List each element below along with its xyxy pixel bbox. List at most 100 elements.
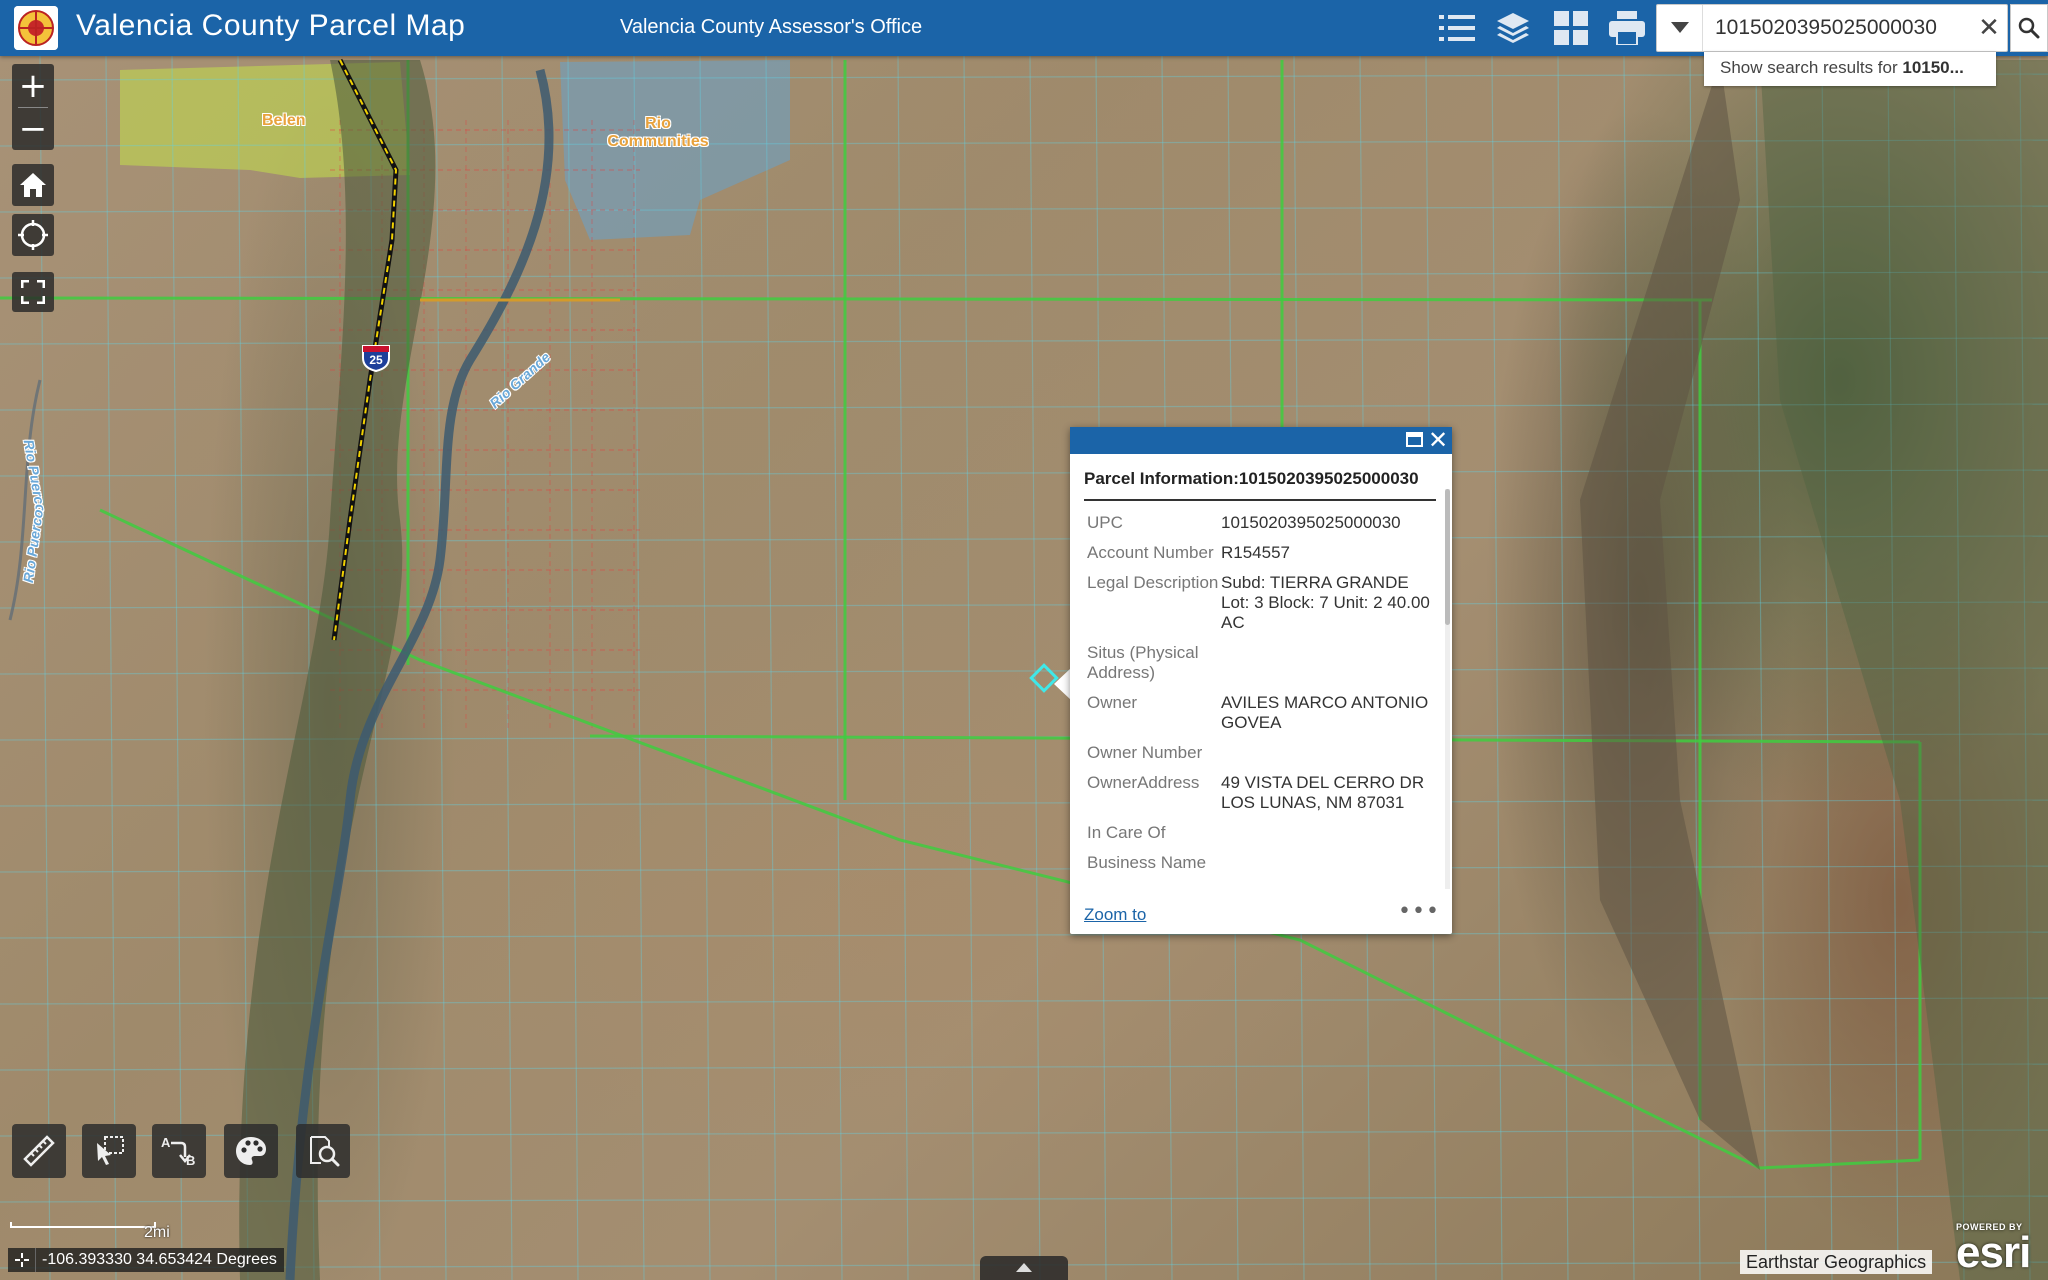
home-icon	[20, 173, 46, 197]
attribute-row: OwnerAddress 49 VISTA DEL CERRO DR LOS LU…	[1084, 773, 1436, 813]
parcel-grid-line	[831, 55, 843, 1280]
zoom-to-link[interactable]: Zoom to	[1084, 905, 1146, 925]
attribute-label: Owner Number	[1087, 743, 1203, 762]
search-input[interactable]	[1705, 5, 1969, 51]
parcel-grid-line	[699, 55, 711, 1280]
popup-attributes: UPC 1015020395025000030 Account Number R154…	[1084, 513, 1436, 893]
parcel-grid-line	[0, 205, 2048, 213]
attribute-row: Situs (Physical Address)	[1084, 643, 1436, 683]
maximize-icon[interactable]	[1406, 432, 1424, 448]
search-box: ✕	[1656, 4, 2008, 52]
map-attribution: Earthstar Geographics	[1740, 1250, 1933, 1274]
attribute-label: OwnerAddress	[1087, 773, 1200, 792]
clear-search-icon[interactable]: ✕	[1971, 5, 2007, 51]
attribute-row: In Care Of	[1084, 823, 1436, 843]
app-title: Valencia County Parcel Map	[76, 9, 466, 42]
attribution-toggle[interactable]	[980, 1256, 1068, 1280]
attribute-row: Business Name	[1084, 853, 1436, 873]
scale-line	[10, 1222, 156, 1228]
attribute-value	[1221, 823, 1436, 843]
attribute-value: AVILES MARCO ANTONIO GOVEA	[1221, 693, 1429, 732]
parcel-grid-line	[0, 271, 2048, 279]
zoom-out-button[interactable]: −	[12, 107, 54, 150]
parcel-grid-line	[1557, 55, 1569, 1280]
locate-button[interactable]	[12, 214, 54, 256]
ruler-icon	[23, 1135, 55, 1167]
attribute-label: In Care Of	[1087, 823, 1166, 842]
a-to-b-route-icon: A B	[161, 1135, 195, 1168]
interstate-shield-icon: 25	[361, 344, 391, 372]
select-tool-button[interactable]	[82, 1124, 136, 1178]
basemap-gallery-icon[interactable]	[1550, 8, 1592, 48]
attribute-value: 1015020395025000030	[1221, 513, 1401, 532]
scale-bar: 2mi	[10, 1220, 170, 1241]
popup-pointer	[1054, 668, 1071, 700]
interstate-number: 25	[369, 353, 383, 367]
fullscreen-icon	[21, 280, 45, 304]
popup-scrollbar[interactable]	[1445, 489, 1450, 889]
parcel-grid-line	[897, 55, 909, 1280]
attribute-row: UPC 1015020395025000030	[1084, 513, 1436, 533]
parcel-grid-line	[633, 55, 645, 1280]
popup-header-bar	[1070, 427, 1452, 454]
esri-logo[interactable]: POWERED BY esri	[1954, 1222, 2038, 1277]
search-suggestion[interactable]: Show search results for 10150...	[1704, 52, 1996, 86]
zoom-in-button[interactable]: +	[12, 64, 54, 107]
caret-down-icon	[1670, 22, 1689, 33]
parcel-grid-line	[1029, 55, 1041, 1280]
print-icon[interactable]	[1606, 8, 1648, 48]
attribute-label: Business Name	[1087, 853, 1207, 872]
measure-tool-button[interactable]	[12, 1124, 66, 1178]
place-label-belen: Belen	[262, 112, 306, 129]
parcel-grid-line	[0, 337, 2048, 345]
popup-scroll-thumb[interactable]	[1445, 489, 1450, 625]
layers-icon[interactable]	[1492, 8, 1534, 48]
home-button[interactable]	[12, 164, 54, 206]
attribute-value: R154557	[1221, 543, 1291, 562]
attribute-value	[1221, 743, 1436, 763]
attribute-value: 49 VISTA DEL CERRO DR LOS LUNAS, NM 8703…	[1221, 773, 1425, 812]
chevron-up-icon	[1016, 1263, 1032, 1272]
attribute-value	[1221, 643, 1436, 683]
attribute-label: Owner	[1087, 693, 1138, 712]
parcel-grid-line	[765, 55, 777, 1280]
close-icon[interactable]: ✕	[1428, 428, 1448, 452]
draw-tool-button[interactable]	[224, 1124, 278, 1178]
coordinate-text: -106.393330 34.653424 Degrees	[42, 1251, 277, 1268]
fullscreen-button[interactable]	[12, 272, 54, 312]
parcel-grid-line	[1755, 55, 1767, 1280]
magnifier-icon	[2018, 17, 2040, 39]
popup-title: Parcel Information:1015020395025000030	[1084, 469, 1436, 501]
legend-list-icon[interactable]	[1436, 8, 1478, 48]
parcel-grid-line	[963, 55, 975, 1280]
attribute-row: Account Number R154557	[1084, 543, 1436, 563]
search-source-dropdown[interactable]	[1657, 5, 1703, 51]
forest-shading	[1760, 60, 2048, 1280]
locate-crosshair-icon	[18, 220, 48, 250]
parcel-grid-line	[171, 55, 183, 1280]
coordinate-crosshair-icon[interactable]	[8, 1248, 36, 1272]
scale-label: 2mi	[144, 1224, 170, 1241]
more-actions-icon[interactable]: •••	[1398, 899, 1440, 924]
attribute-label: UPC	[1087, 513, 1123, 532]
app-subtitle: Valencia County Assessor's Office	[620, 16, 923, 38]
attribute-label: Legal Description	[1087, 573, 1219, 592]
parcel-grid-line	[501, 55, 513, 1280]
app-header: Valencia County Parcel Map Valencia Coun…	[0, 0, 2048, 56]
parcel-grid-line	[0, 667, 2048, 675]
section-line	[0, 296, 1713, 302]
map-view[interactable]: Belen Rio Communities 25 Rio Grande Rio …	[0, 0, 2048, 1280]
attribute-row: Owner AVILES MARCO ANTONIO GOVEA	[1084, 693, 1436, 733]
suggestion-term: 10150...	[1902, 58, 1964, 77]
parcel-info-popup: ✕ Parcel Information:1015020395025000030…	[1070, 427, 1452, 934]
attribute-label: Situs (Physical Address)	[1087, 643, 1199, 682]
suggestion-prefix: Show search results for	[1720, 58, 1903, 77]
parcel-grid-line	[567, 55, 579, 1280]
directions-tool-button[interactable]: A B	[152, 1124, 206, 1178]
query-tool-button[interactable]	[296, 1124, 350, 1178]
map-overlay	[0, 55, 2048, 1280]
place-label-rio-communities: Rio Communities	[607, 115, 709, 150]
attribute-row: Owner Number	[1084, 743, 1436, 763]
zoom-controls: + −	[12, 64, 54, 150]
search-button[interactable]	[2010, 4, 2048, 52]
